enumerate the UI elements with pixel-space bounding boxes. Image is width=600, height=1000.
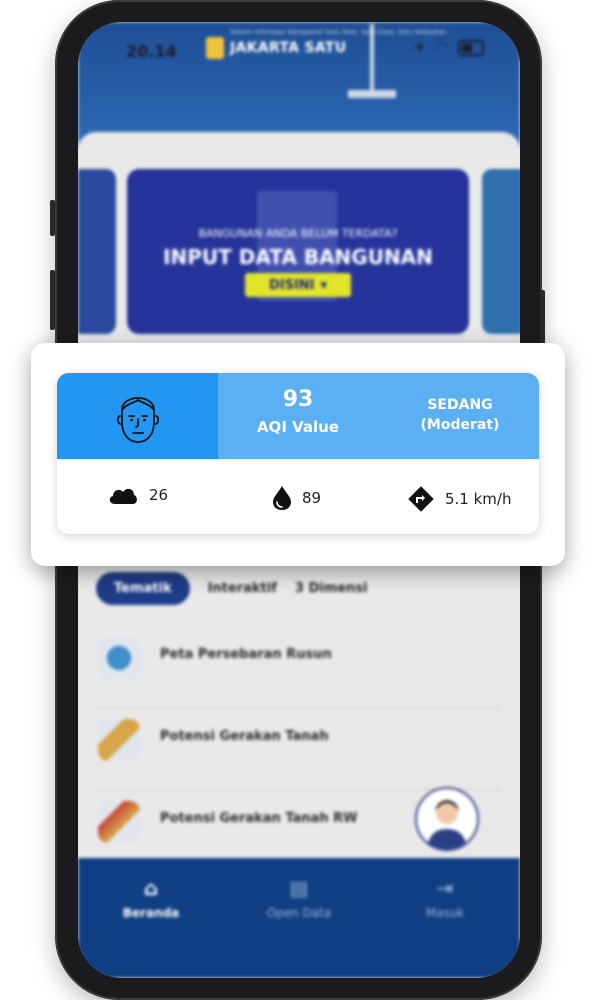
- stat-humidity: 89: [272, 485, 321, 511]
- aqi-face-block: [57, 373, 218, 459]
- login-icon: ⇥: [436, 876, 454, 900]
- brand-logo: JAKARTA SATU Sistem Informasi Geospasial…: [206, 29, 447, 59]
- aqi-status-level: SEDANG: [427, 397, 493, 413]
- cloud-icon: [109, 488, 137, 504]
- stat-humidity-value: 89: [302, 489, 322, 507]
- banner-title: INPUT DATA BANGUNAN: [163, 245, 433, 269]
- status-time: 20.14: [126, 42, 177, 61]
- assistant-avatar[interactable]: [415, 787, 479, 851]
- stat-cloud-value: 26: [149, 486, 169, 504]
- carousel-next-slide[interactable]: [482, 169, 520, 334]
- home-icon: ⌂: [143, 876, 159, 900]
- status-icons: ✈ ◠: [414, 40, 484, 56]
- promo-banner[interactable]: BANGUNAN ANDA BELUM TERDATA? INPUT DATA …: [127, 169, 469, 334]
- brand-name: JAKARTA SATU: [230, 40, 347, 56]
- aqi-value-label: AQI Value: [256, 418, 340, 436]
- document-icon: ▤: [289, 876, 309, 900]
- globe-map-icon: [98, 637, 140, 679]
- nav-beranda[interactable]: ⌂ Beranda: [96, 876, 206, 920]
- nav-label: Beranda: [122, 906, 180, 920]
- bottom-navigation: ⌂ Beranda ▤ Open Data ⇥ Masuk: [78, 858, 520, 978]
- battery-icon: [458, 40, 484, 56]
- banner-cta-label: DISINI: [268, 277, 315, 293]
- assistant-avatar-icon: [417, 789, 477, 849]
- wifi-icon: ◠: [435, 40, 448, 56]
- carousel-prev-slide[interactable]: [78, 169, 116, 334]
- list-item-label: Potensi Gerakan Tanah RW: [160, 811, 358, 826]
- aqi-popup: 93 AQI Value SEDANG (Moderat) 26 89 5.1 …: [31, 343, 565, 566]
- aqi-header: 93 AQI Value SEDANG (Moderat): [57, 373, 539, 459]
- stat-wind-value: 5.1 km/h: [445, 490, 512, 508]
- volume-up-button: [50, 200, 55, 236]
- aqi-stats-row: 26 89 5.1 km/h: [57, 459, 539, 534]
- terrain-map-icon: [98, 801, 140, 843]
- list-item[interactable]: Potensi Gerakan Tanah: [96, 709, 500, 790]
- tab-interaktif[interactable]: Interaktif: [208, 581, 277, 596]
- brand-emblem-icon: [206, 37, 224, 59]
- tab-3-dimensi[interactable]: 3 Dimensi: [295, 581, 368, 596]
- face-neutral-icon: [116, 397, 159, 443]
- brand-subtitle: Sistem Informasi Geospasial Satu Peta, S…: [230, 29, 447, 36]
- stat-cloud: 26: [107, 485, 168, 505]
- water-drop-icon: [273, 486, 291, 510]
- map-category-tabs: Tematik Interaktif 3 Dimensi: [96, 572, 368, 605]
- list-item-label: Peta Persebaran Rusun: [160, 647, 332, 662]
- caret-down-icon: ▾: [320, 277, 328, 293]
- wind-direction-icon: [408, 486, 434, 512]
- nav-label: Open Data: [266, 906, 332, 920]
- aqi-status-translation: (Moderat): [420, 417, 500, 433]
- aqi-number: 93: [282, 387, 314, 412]
- terrain-map-icon: [98, 719, 140, 761]
- nav-masuk[interactable]: ⇥ Masuk: [390, 876, 500, 920]
- list-item[interactable]: Peta Persebaran Rusun: [96, 627, 500, 708]
- tab-tematik[interactable]: Tematik: [96, 572, 190, 605]
- monument-base-graphic: [348, 90, 396, 98]
- nav-label: Masuk: [425, 906, 465, 920]
- aqi-card[interactable]: 93 AQI Value SEDANG (Moderat) 26 89 5.1 …: [57, 373, 539, 534]
- nav-open-data[interactable]: ▤ Open Data: [244, 876, 354, 920]
- airplane-icon: ✈: [414, 40, 426, 56]
- volume-down-button: [50, 270, 55, 330]
- stat-wind: 5.1 km/h: [407, 485, 511, 513]
- banner-question: BANGUNAN ANDA BELUM TERDATA?: [198, 227, 398, 240]
- banner-cta-button[interactable]: DISINI ▾: [245, 273, 351, 297]
- aqi-value-block: 93 AQI Value: [218, 387, 378, 436]
- list-item-label: Potensi Gerakan Tanah: [160, 729, 329, 744]
- aqi-status: SEDANG (Moderat): [387, 395, 533, 435]
